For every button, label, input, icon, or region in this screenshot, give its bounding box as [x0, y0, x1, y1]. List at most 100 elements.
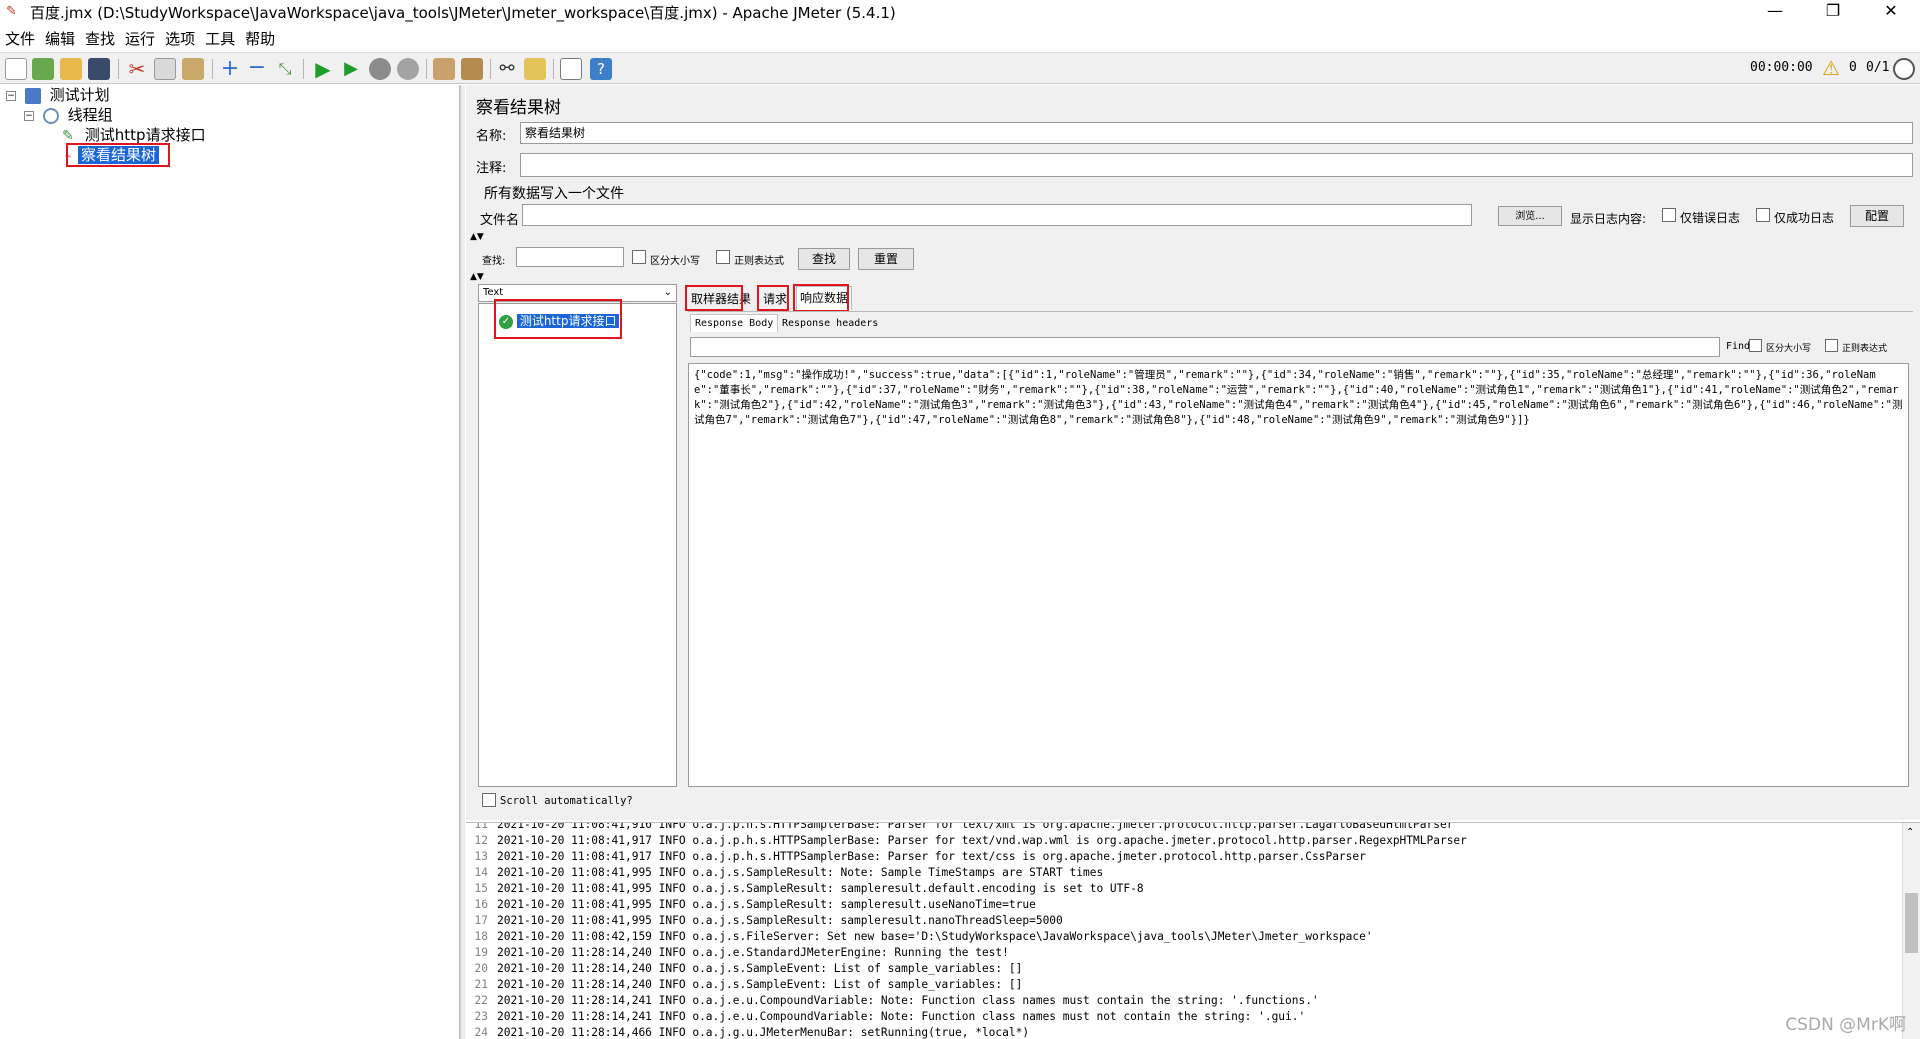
log-line: 20 2021-10-20 11:28:14,240 INFO o.a.j.s.S…	[466, 961, 1906, 977]
toggle-icon[interactable]: ⤡	[274, 58, 296, 80]
log-line-text: 2021-10-20 11:28:14,241 INFO o.a.j.e.u.C…	[497, 994, 1319, 1007]
expand-all-icon[interactable]: +	[219, 58, 241, 80]
log-line-text: 2021-10-20 11:28:14,241 INFO o.a.j.e.u.C…	[497, 1010, 1306, 1023]
response-regex-label: 正则表达式	[1842, 344, 1888, 354]
tree-node-thread-group[interactable]: − 线程组	[24, 105, 113, 125]
panel-heading: 察看结果树	[476, 98, 561, 118]
log-line: 12 2021-10-20 11:08:41,917 INFO o.a.j.p.h…	[466, 833, 1906, 849]
splitter-arrows[interactable]: ▲▼	[470, 232, 484, 242]
log-line-number: 11	[474, 822, 488, 831]
scroll-thumb[interactable]	[1905, 893, 1918, 953]
response-regex-checkbox[interactable]	[1825, 339, 1838, 352]
cut-icon[interactable]: ✂	[126, 58, 148, 80]
tab-response-data[interactable]: 响应数据	[796, 286, 853, 310]
regex-checkbox[interactable]	[716, 250, 730, 264]
response-case-checkbox[interactable]	[1749, 339, 1762, 352]
menu-run[interactable]: 运行	[120, 28, 160, 49]
new-icon[interactable]	[5, 58, 27, 80]
copy-icon[interactable]	[154, 58, 176, 80]
tree-node-listener[interactable]: ⌁ 察看结果树	[62, 145, 160, 165]
success-only-checkbox[interactable]	[1756, 208, 1770, 222]
log-viewer[interactable]: 11 2021-10-20 11:08:41,916 INFO o.a.j.p.h…	[466, 822, 1920, 1039]
test-plan-icon	[24, 87, 41, 104]
log-line: 19 2021-10-20 11:28:14,240 INFO o.a.j.e.S…	[466, 945, 1906, 961]
collapse-toggle-icon[interactable]: −	[6, 90, 16, 101]
renderer-select[interactable]: Text ⌄	[478, 284, 677, 302]
clear-all-icon[interactable]	[461, 58, 483, 80]
tree-node-test-plan[interactable]: − 测试计划	[6, 85, 110, 105]
title-bar: ✎ 百度.jmx (D:\StudyWorkspace\JavaWorkspac…	[0, 0, 1920, 24]
collapse-toggle-icon[interactable]: −	[24, 110, 34, 121]
reset-button[interactable]: 重置	[858, 248, 914, 270]
find-button[interactable]: 查找	[798, 248, 850, 270]
window-title: 百度.jmx (D:\StudyWorkspace\JavaWorkspace\…	[30, 3, 896, 22]
log-line-number: 22	[474, 994, 488, 1007]
tree-node-sampler[interactable]: ✎ 测试http请求接口	[60, 125, 205, 145]
menu-tools[interactable]: 工具	[200, 28, 240, 49]
clear-icon[interactable]	[433, 58, 455, 80]
subtab-response-headers[interactable]: Response headers	[778, 316, 882, 332]
stop-icon[interactable]	[369, 58, 391, 80]
log-line: 21 2021-10-20 11:28:14,240 INFO o.a.j.s.S…	[466, 977, 1906, 993]
comment-field[interactable]	[520, 153, 1913, 177]
menu-edit[interactable]: 编辑	[40, 28, 80, 49]
menu-options[interactable]: 选项	[160, 28, 200, 49]
filename-field[interactable]	[522, 204, 1472, 226]
subtab-response-body[interactable]: Response Body	[690, 314, 779, 332]
jmeter-feather-icon: ✎	[6, 4, 17, 19]
templates-icon[interactable]	[32, 58, 54, 80]
log-line: 15 2021-10-20 11:08:41,995 INFO o.a.j.s.S…	[466, 881, 1906, 897]
success-only-label: 仅成功日志	[1774, 211, 1835, 225]
start-icon[interactable]: ▶	[312, 58, 334, 80]
menu-bar: 文件 编辑 查找 运行 选项 工具 帮助	[0, 27, 280, 49]
paste-icon[interactable]	[182, 58, 204, 80]
log-line: 14 2021-10-20 11:08:41,995 INFO o.a.j.s.S…	[466, 865, 1906, 881]
menu-search[interactable]: 查找	[80, 28, 120, 49]
search-binoculars-icon[interactable]: ⚯	[496, 58, 518, 80]
log-line-number: 15	[474, 882, 488, 895]
log-line-text: 2021-10-20 11:28:14,240 INFO o.a.j.s.Sam…	[497, 978, 1023, 991]
find-in-response-input[interactable]	[690, 337, 1720, 357]
response-body-text[interactable]: {"code":1,"msg":"操作成功!","success":true,"…	[688, 363, 1909, 787]
shutdown-icon[interactable]	[397, 58, 419, 80]
log-line-text: 2021-10-20 11:28:14,466 INFO o.a.j.g.u.J…	[497, 1026, 1030, 1039]
name-field[interactable]: 察看结果树	[520, 122, 1913, 144]
help-icon[interactable]: ?	[590, 58, 612, 80]
save-icon[interactable]	[88, 58, 110, 80]
menu-file[interactable]: 文件	[0, 28, 40, 49]
renderer-value: Text	[483, 287, 504, 298]
listener-icon: ⌁	[64, 148, 72, 163]
menu-help[interactable]: 帮助	[240, 28, 280, 49]
browse-button[interactable]: 浏览...	[1498, 206, 1562, 226]
log-line-number: 13	[474, 850, 488, 863]
collapse-all-icon[interactable]: −	[246, 57, 268, 80]
maximize-button[interactable]: ❐	[1804, 0, 1862, 24]
open-folder-icon[interactable]	[60, 58, 82, 80]
log-line-number: 24	[474, 1026, 488, 1039]
chevron-down-icon[interactable]: ⌄	[664, 285, 672, 301]
splitter-arrows-2[interactable]: ▲▼	[470, 272, 484, 282]
result-item[interactable]: ✓ 测试http请求接口	[499, 312, 620, 330]
tab-request[interactable]: 请求	[760, 288, 790, 310]
remote-status-icon	[1893, 58, 1915, 80]
errors-only-checkbox[interactable]	[1662, 208, 1676, 222]
view-results-tree-panel: 察看结果树 名称: 察看结果树 注释: 所有数据写入一个文件 文件名 浏览...…	[466, 85, 1920, 820]
log-line-number: 17	[474, 914, 488, 927]
pipette-icon: ✎	[62, 127, 74, 144]
config-button[interactable]: 配置	[1850, 205, 1904, 227]
warning-icon[interactable]: ⚠	[1822, 56, 1840, 80]
search-input[interactable]	[516, 247, 624, 267]
case-sensitive-checkbox[interactable]	[632, 250, 646, 264]
start-no-pauses-icon[interactable]: ▶	[340, 58, 362, 80]
minimize-button[interactable]: —	[1746, 0, 1804, 24]
scroll-up-icon[interactable]: ⌃	[1906, 827, 1914, 838]
log-line-text: 2021-10-20 11:08:41,917 INFO o.a.j.p.h.s…	[497, 834, 1467, 847]
split-pane-divider[interactable]	[460, 85, 465, 1039]
function-helper-icon[interactable]	[560, 58, 582, 80]
name-label: 名称:	[476, 129, 507, 144]
log-scrollbar[interactable]: ⌃	[1902, 823, 1920, 1039]
reset-search-icon[interactable]	[524, 58, 546, 80]
close-button[interactable]: ✕	[1862, 0, 1920, 24]
scroll-auto-checkbox[interactable]	[482, 793, 496, 807]
tab-sampler-result[interactable]: 取样器结果	[688, 288, 754, 310]
